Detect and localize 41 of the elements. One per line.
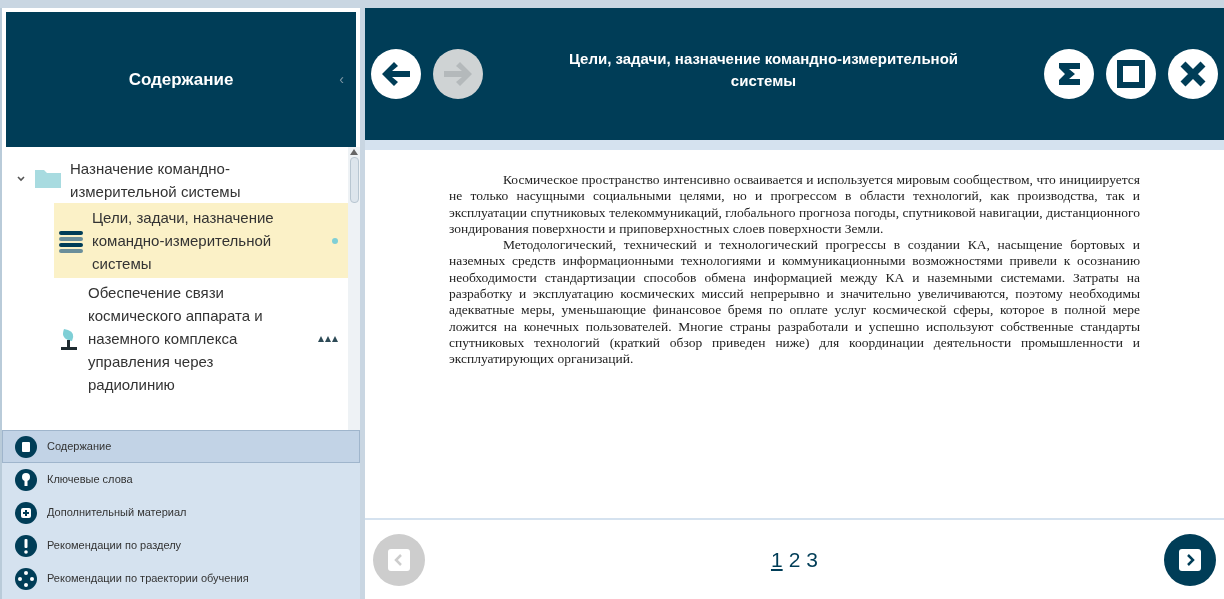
more-icon[interactable] xyxy=(318,334,338,343)
nav-item[interactable]: Рекомендации по траектории обучения xyxy=(2,562,360,595)
close-button[interactable] xyxy=(1168,49,1218,99)
document-paragraph: Космическое пространство интенсивно осваивается и используется мировым сообществом, что инициируется не только насущными социальными целями, но и прогрессом в области технологий, как производства, так и эксплуатации спутниковых телекоммуникаций, глобального прогноза погоды, спутниковой навигации, дистанционного зондирования поверхности и приповерхностных слоев поверхности Земли. xyxy=(449,172,1140,238)
page-link[interactable]: 2 xyxy=(788,543,801,576)
tree-item[interactable]: Цели, задачи, назначение командно-измерительной системы xyxy=(54,203,348,278)
nav-item[interactable]: Рекомендации по разделу xyxy=(2,529,360,562)
left-arrow-icon xyxy=(380,60,412,88)
maximize-button[interactable] xyxy=(1106,49,1156,99)
scroll-thumb[interactable] xyxy=(349,157,359,203)
nav-item[interactable]: Содержание xyxy=(2,430,360,463)
chevron-icon[interactable] xyxy=(16,175,26,183)
scroll-up-icon[interactable] xyxy=(350,149,358,155)
tree-item[interactable]: Назначение командно-измерительной системы xyxy=(70,157,270,203)
dots-circle-icon xyxy=(15,567,37,590)
satellite-dish-icon xyxy=(58,326,80,351)
nav-item[interactable]: Дополнительный материал xyxy=(2,496,360,529)
document-icon xyxy=(15,435,37,458)
back-button[interactable] xyxy=(371,49,421,99)
collapse-button[interactable]: ‹ xyxy=(339,69,344,90)
key-icon xyxy=(15,468,37,491)
page-title: Цели, задачи, назначение командно-измерительной системы xyxy=(567,49,960,91)
next-page-button[interactable] xyxy=(1164,533,1216,586)
page-link[interactable]: 1 xyxy=(770,543,783,576)
scrollbar[interactable] xyxy=(348,147,360,430)
close-icon xyxy=(1178,59,1208,89)
folder-icon xyxy=(34,167,62,189)
chevron-left-icon xyxy=(386,546,412,573)
plus-icon xyxy=(15,501,37,524)
square-icon xyxy=(1117,60,1145,88)
sidebar-title: Содержание xyxy=(128,68,234,91)
sum-button[interactable] xyxy=(1044,49,1094,99)
right-arrow-icon xyxy=(442,60,474,88)
exclamation-icon xyxy=(15,534,37,557)
book-stack-icon xyxy=(58,228,84,253)
chevron-right-icon xyxy=(1177,546,1203,573)
nav-item[interactable]: Ключевые слова xyxy=(2,463,360,496)
page-link[interactable]: 3 xyxy=(806,543,819,576)
document-paragraph: Методологический, технический и технологический прогрессы в создании КА, насыщение бортовых и наземных средств информационными технологиями и коммуникационными возможностями привели к осознанию необходимости стандартизации способов обмена информацией между КА и наземными системами. Затраты на разработку и эксплуатацию космических миссий непрерывно и значительно увеличиваются, поэтому необходимы адекватные меры, уменьшающие финансовое бремя по оплате услуг космической сферы, которое в полной мере ложится на конечных пользователей. Многие страны разработали и успешно используют собственные стандарты спутниковых технологий (краткий обзор приведен ниже) для координации деятельности промышленности и эксплуатирующих организаций. xyxy=(449,237,1140,368)
dot-icon xyxy=(332,237,338,244)
tree-item[interactable]: Обеспечение связи космического аппарата и наземного комплекса управления через радиолинию xyxy=(54,278,348,399)
